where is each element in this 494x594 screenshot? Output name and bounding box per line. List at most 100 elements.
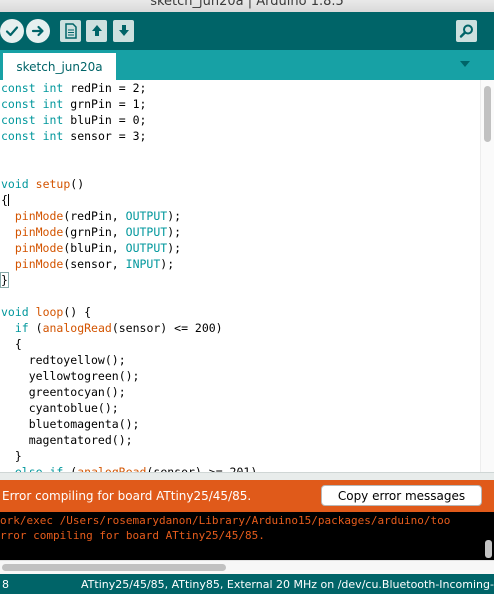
editor-vertical-scrollbar[interactable] xyxy=(480,80,494,472)
code-token: ); xyxy=(160,257,175,271)
right-arrow-icon xyxy=(31,25,44,37)
tab-sketch[interactable]: sketch_jun20a xyxy=(3,53,116,80)
console-line: rror compiling for board ATtiny25/45/85. xyxy=(0,529,265,542)
save-sketch-button[interactable] xyxy=(113,20,134,42)
code-line[interactable]: pinMode(bluPin, OUTPUT); xyxy=(1,240,257,256)
editor-scroll-thumb[interactable] xyxy=(484,86,491,142)
code-token: ); xyxy=(167,241,182,255)
code-token: loop xyxy=(35,305,64,319)
code-token: (bluPin, xyxy=(63,241,126,255)
editor-console-divider[interactable] xyxy=(0,472,494,480)
triangle-down-icon xyxy=(460,61,470,67)
code-line[interactable]: cyantoblue(); xyxy=(1,400,257,416)
code-line[interactable]: } xyxy=(1,448,257,464)
code-line[interactable]: pinMode(sensor, INPUT); xyxy=(1,256,257,272)
code-line[interactable]: { xyxy=(1,192,257,208)
magnifier-icon xyxy=(459,24,473,38)
code-token: redPin = 2; xyxy=(63,81,147,95)
code-token: pinMode xyxy=(14,225,64,239)
console-horizontal-scrollbar[interactable] xyxy=(0,560,494,574)
board-info: ATtiny25/45/85, ATtiny85, External 20 MH… xyxy=(81,578,494,591)
code-editor[interactable]: const int redPin = 2; const int grnPin = … xyxy=(0,80,494,472)
toolbar xyxy=(0,12,494,50)
code-token: if xyxy=(14,321,29,335)
code-line[interactable] xyxy=(1,288,257,304)
code-token: { xyxy=(1,337,22,351)
line-number: 8 xyxy=(2,578,9,591)
code-line[interactable] xyxy=(1,144,257,160)
code-line[interactable]: const int redPin = 2; xyxy=(1,80,257,96)
document-icon xyxy=(64,23,77,39)
code-token: analogRead xyxy=(42,321,112,335)
code-line[interactable]: magentatored(); xyxy=(1,432,257,448)
code-token: (sensor) <= 200) xyxy=(111,321,223,335)
code-token: ); xyxy=(167,225,182,239)
code-token: bluetomagenta(); xyxy=(1,417,140,431)
code-token: void xyxy=(1,305,29,319)
tab-menu-button[interactable] xyxy=(456,56,474,72)
code-token: bluPin = 0; xyxy=(63,113,147,127)
code-line[interactable]: { xyxy=(1,336,257,352)
code-token: greentocyan(); xyxy=(1,385,126,399)
code-token: magentatored(); xyxy=(1,433,133,447)
code-line[interactable] xyxy=(1,160,257,176)
code-token: cyantoblue(); xyxy=(1,401,119,415)
tab-strip: sketch_jun20a xyxy=(0,50,494,80)
status-bar: 8 ATtiny25/45/85, ATtiny85, External 20 … xyxy=(0,574,494,594)
open-sketch-button[interactable] xyxy=(86,20,107,42)
code-token: () { xyxy=(63,305,92,319)
down-arrow-icon xyxy=(118,25,129,36)
code-line[interactable]: redtoyellow(); xyxy=(1,352,257,368)
code-token: if xyxy=(49,465,64,472)
code-line[interactable]: void setup() xyxy=(1,176,257,192)
code-line[interactable]: pinMode(grnPin, OUTPUT); xyxy=(1,224,257,240)
code-line[interactable]: const int bluPin = 0; xyxy=(1,112,257,128)
code-line[interactable]: pinMode(redPin, OUTPUT); xyxy=(1,208,257,224)
console-scroll-thumb[interactable] xyxy=(485,540,492,558)
code-token: else xyxy=(14,465,43,472)
code-token: (redPin, xyxy=(63,209,126,223)
upload-button[interactable] xyxy=(26,19,50,43)
console-output[interactable]: ork/exec /Users/rosemarydanon/Library/Ar… xyxy=(0,512,494,560)
code-line[interactable]: bluetomagenta(); xyxy=(1,416,257,432)
verify-button[interactable] xyxy=(0,19,24,43)
code-line[interactable]: void loop() { xyxy=(1,304,257,320)
copy-error-messages-button[interactable]: Copy error messages xyxy=(321,485,482,506)
code-line[interactable]: } xyxy=(0,272,257,288)
code-line[interactable]: if (analogRead(sensor) <= 200) xyxy=(1,320,257,336)
code-token: int xyxy=(42,113,64,127)
code-line[interactable]: greentocyan(); xyxy=(1,384,257,400)
code-token: yellowtogreen(); xyxy=(1,369,140,383)
code-token: { xyxy=(1,193,8,207)
new-sketch-button[interactable] xyxy=(60,20,81,42)
code-token: (sensor) >= 201) xyxy=(146,465,258,472)
code-token: pinMode xyxy=(14,209,64,223)
code-token: redtoyellow(); xyxy=(1,353,126,367)
code-token: const xyxy=(1,113,36,127)
console-horizontal-scroll-thumb[interactable] xyxy=(2,564,226,571)
code-line[interactable]: yellowtogreen(); xyxy=(1,368,257,384)
code-token: pinMode xyxy=(14,257,64,271)
code-token: ( xyxy=(63,465,78,472)
code-token: void xyxy=(1,177,29,191)
code-line[interactable]: const int grnPin = 1; xyxy=(1,96,257,112)
error-message: Error compiling for board ATtiny25/45/85… xyxy=(2,489,252,503)
code-token: () xyxy=(70,177,85,191)
text-caret xyxy=(7,194,9,206)
serial-monitor-button[interactable] xyxy=(456,20,477,42)
code-text[interactable]: const int redPin = 2; const int grnPin = … xyxy=(0,80,257,472)
code-line[interactable]: else if (analogRead(sensor) >= 201) xyxy=(1,464,257,472)
window-title-bar: sketch_jun20a | Arduino 1.8.5 xyxy=(0,0,494,12)
code-token: sensor = 3; xyxy=(63,129,147,143)
code-line[interactable]: const int sensor = 3; xyxy=(1,128,257,144)
code-token: OUTPUT xyxy=(125,241,168,255)
